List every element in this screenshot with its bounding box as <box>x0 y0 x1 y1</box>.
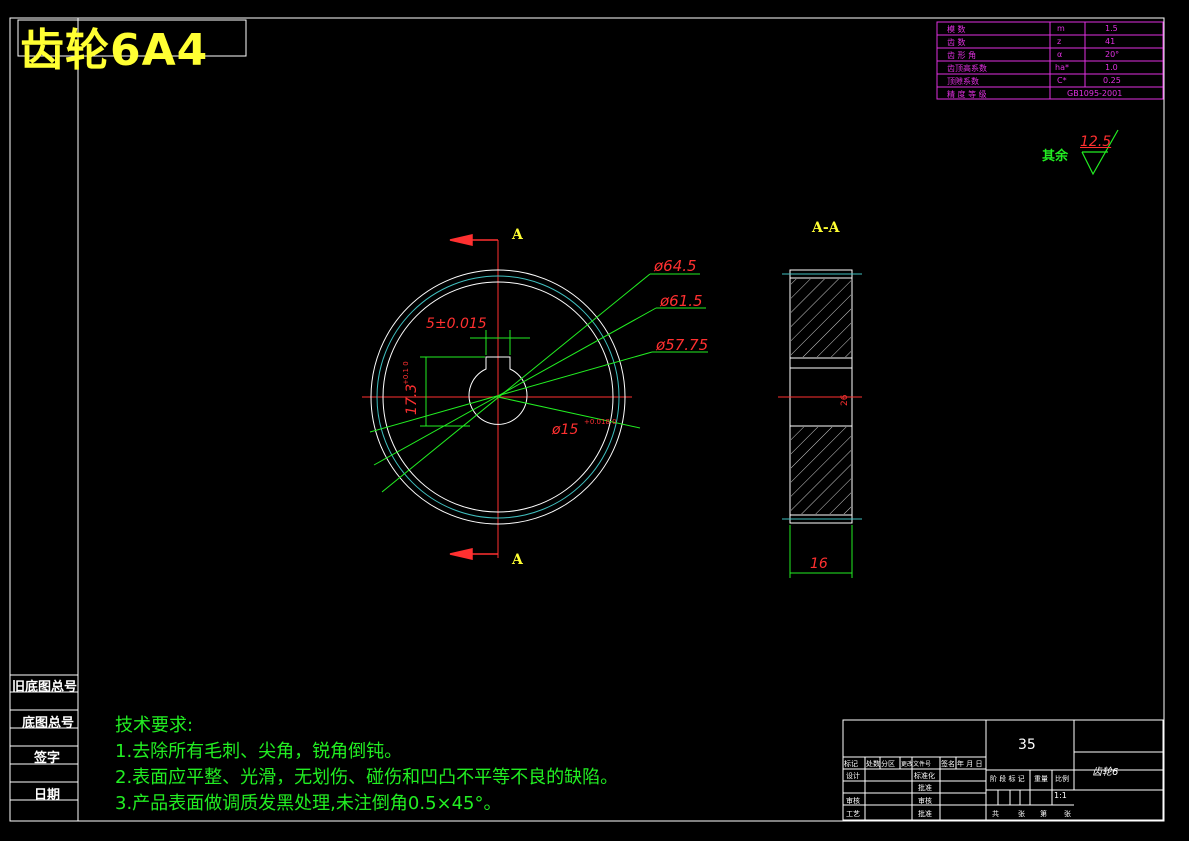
tb-header: 处数 <box>866 760 880 768</box>
param-row-name: 精 度 等 级 <box>947 90 987 99</box>
dim-tip-diameter: ø64.5 <box>654 257 697 275</box>
dim-side-small: 26 <box>840 394 850 406</box>
param-row-name: 顶隙系数 <box>947 77 979 86</box>
tb-right-header: 比例 <box>1055 775 1069 783</box>
tb-row-label: 工艺 <box>846 810 860 818</box>
dim-keyway-width: 5±0.015 <box>426 316 487 332</box>
tb-header: 标记 <box>844 760 858 768</box>
tech-item: 2.表面应平整、光滑，无划伤、碰伤和凹凸不平等不良的缺陷。 <box>115 767 619 788</box>
param-row-sym: z <box>1057 37 1062 46</box>
tb-mid-label: 审核 <box>918 797 932 805</box>
left-label-base: 底图总号 <box>22 716 75 731</box>
param-row-sym: α <box>1057 50 1063 59</box>
param-row-name: 模 数 <box>947 25 966 34</box>
tb-bottom: 共 <box>992 810 999 818</box>
param-row-val: 0.25 <box>1103 76 1121 85</box>
tb-bottom: 张 <box>1064 810 1071 818</box>
dim-pitch-diameter: ø61.5 <box>660 292 703 310</box>
tb-header: 更改文件号 <box>901 761 932 768</box>
section-label-top: A <box>512 227 523 243</box>
param-row-sym: C* <box>1057 76 1067 85</box>
gear-section-view <box>778 269 862 578</box>
tb-mid-label: 标准化 <box>914 772 935 780</box>
param-row-val: 20° <box>1105 50 1120 59</box>
dim-bore-tol: +0.018 0 <box>584 418 617 426</box>
dim-face-width: 16 <box>810 556 828 572</box>
section-label-bottom: A <box>512 552 523 568</box>
roughness-label: 其余 <box>1042 149 1069 164</box>
param-row-sym: m <box>1057 24 1065 33</box>
tb-row-label: 审核 <box>846 797 860 805</box>
tb-header: 分区 <box>881 760 895 768</box>
tech-item: 1.去除所有毛刺、尖角，锐角倒钝。 <box>115 741 403 762</box>
dim-keyway-depth-tol: +0.1 0 <box>402 361 410 385</box>
roughness-value: 12.5 <box>1080 134 1112 150</box>
param-table: 模 数 m 1.5 齿 数 z 41 齿 形 角 α 20° 齿顶高系数 ha*… <box>937 22 1163 99</box>
dim-keyway-depth: 17.3 <box>404 383 420 415</box>
param-row-sym: ha* <box>1055 63 1069 72</box>
tb-bottom: 第 <box>1040 810 1047 818</box>
param-row-name: 齿顶高系数 <box>947 64 987 73</box>
material-no: 35 <box>1018 737 1036 753</box>
tb-right-header: 阶 段 标 记 <box>990 775 1025 783</box>
param-row-val: GB1095-2001 <box>1067 89 1123 98</box>
dim-bore: ø15 <box>552 422 579 438</box>
dim-root-diameter: ø57.75 <box>656 336 709 354</box>
tb-mid-label: 批准 <box>918 810 932 818</box>
section-view-title: A-A <box>812 220 840 236</box>
part-name: 齿轮6 <box>1092 767 1119 778</box>
param-row-val: 1.0 <box>1105 63 1118 72</box>
tb-row-label: 设计 <box>846 772 860 780</box>
tb-header: 年 月 日 <box>957 760 983 768</box>
tb-bottom: 张 <box>1018 810 1025 818</box>
drawing-title: 齿轮6A4 <box>20 25 209 76</box>
left-label-date: 日期 <box>34 788 61 803</box>
tech-heading: 技术要求: <box>115 715 194 736</box>
left-label-old-base: 旧底图总号 <box>12 680 78 695</box>
tech-item: 3.产品表面做调质发黑处理,未注倒角0.5×45°。 <box>115 793 502 814</box>
tb-mid-label: 批准 <box>918 784 932 792</box>
param-row-val: 41 <box>1105 37 1116 46</box>
tb-header: 签名 <box>941 760 955 768</box>
param-row-name: 齿 形 角 <box>947 51 977 60</box>
scale-value: 1:1 <box>1054 791 1067 800</box>
left-label-sign: 签字 <box>34 751 61 766</box>
tb-right-header: 重量 <box>1034 775 1048 783</box>
param-row-name: 齿 数 <box>947 38 966 47</box>
param-row-val: 1.5 <box>1105 24 1118 33</box>
